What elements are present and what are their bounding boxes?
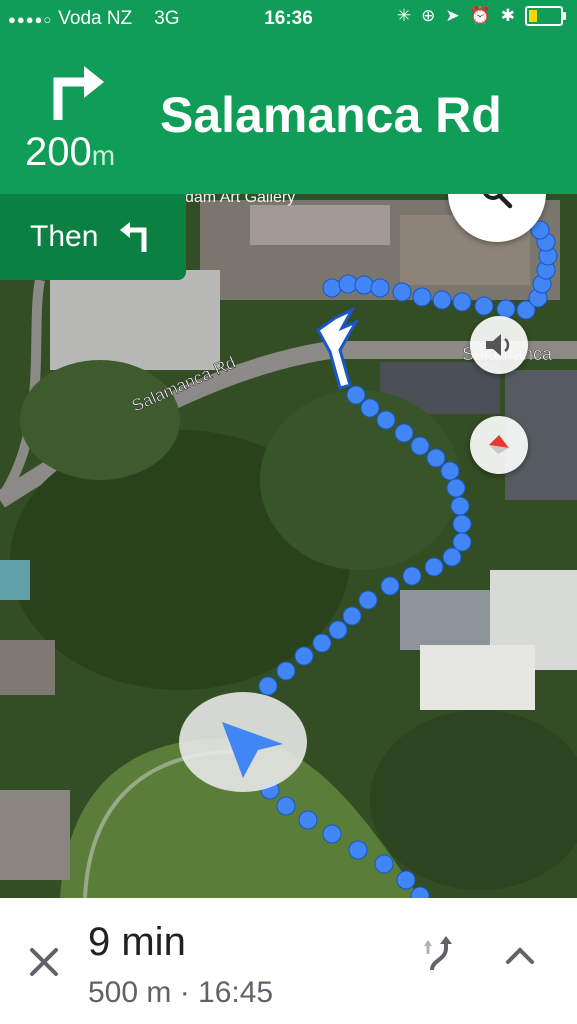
route-dot	[394, 423, 414, 443]
building-roof	[50, 270, 220, 370]
route-dot	[450, 496, 470, 516]
search-icon	[483, 194, 513, 209]
speaker-icon	[486, 334, 510, 356]
alternate-routes-button[interactable]	[420, 934, 460, 974]
route-dot	[374, 854, 394, 874]
map-canvas[interactable]: Salamanca Rd Salamanca dam Art Gallery	[0, 194, 577, 898]
navigation-header[interactable]: 200m Salamanca Rd	[0, 38, 577, 194]
next-maneuver-box[interactable]: Then	[0, 194, 186, 280]
building-roof	[400, 590, 490, 650]
trip-summary-bar: 9 min 500 m · 16:45	[0, 898, 577, 1024]
pool	[0, 560, 30, 600]
route-dot	[322, 278, 342, 298]
expand-trip-button[interactable]	[502, 938, 538, 974]
bluetooth-icon: ✱	[500, 6, 515, 25]
route-dot	[452, 292, 472, 312]
route-dot	[276, 661, 296, 681]
compass-icon	[489, 435, 509, 454]
poi-label: dam Art Gallery	[185, 194, 295, 206]
then-label: Then	[30, 220, 99, 253]
route-dot	[294, 646, 314, 666]
route-dot	[376, 410, 396, 430]
route-dot	[298, 810, 318, 830]
next-street-name: Salamanca Rd	[160, 87, 502, 143]
route-dot	[396, 870, 416, 890]
route-dot	[452, 514, 472, 534]
route-dot	[258, 676, 278, 696]
route-dot	[276, 796, 296, 816]
compass-button[interactable]	[470, 416, 528, 474]
route-dot	[402, 566, 422, 586]
route-dot	[440, 461, 460, 481]
battery-icon	[525, 6, 566, 26]
route-dot	[432, 290, 452, 310]
route-dot	[370, 278, 390, 298]
route-dot	[312, 633, 332, 653]
route-dot	[328, 620, 348, 640]
building-roof	[0, 790, 70, 880]
loading-icon: ✳	[396, 6, 412, 25]
route-dot	[412, 287, 432, 307]
location-icon: ➤	[445, 6, 460, 25]
route-dot	[338, 274, 358, 294]
sound-button[interactable]	[470, 316, 528, 374]
rotation-lock-icon: ⊕	[421, 6, 436, 25]
route-dot	[426, 448, 446, 468]
route-dot	[474, 296, 494, 316]
route-dot	[392, 282, 412, 302]
tree-cover	[20, 360, 180, 480]
status-bar: ●●●●○ Voda NZ 3G 16:36 ✳ ⊕ ➤ ⏰ ✱	[0, 0, 577, 38]
maneuver-distance: 200m	[25, 130, 115, 175]
battery-level	[529, 10, 537, 22]
route-dot	[346, 385, 366, 405]
route-dot	[354, 275, 374, 295]
close-navigation-button[interactable]	[24, 942, 64, 982]
building-roof	[0, 640, 55, 695]
route-dot	[446, 478, 466, 498]
trip-duration: 9 min	[88, 920, 186, 964]
distance-unit: m	[91, 140, 116, 171]
route-dot	[342, 606, 362, 626]
building-roof	[250, 205, 390, 245]
alarm-icon: ⏰	[469, 6, 491, 25]
route-dot	[360, 398, 380, 418]
route-dot	[348, 840, 368, 860]
route-dot	[442, 547, 462, 567]
route-dot	[322, 824, 342, 844]
route-dot	[410, 436, 430, 456]
building-roof	[420, 645, 535, 710]
route-dot	[358, 590, 378, 610]
route-dot	[380, 576, 400, 596]
trip-details: 500 m · 16:45	[88, 976, 274, 1009]
route-dot	[424, 557, 444, 577]
turn-left-icon	[120, 222, 147, 252]
tree-cover	[260, 390, 460, 570]
distance-value: 200	[25, 130, 92, 174]
turn-right-icon	[53, 66, 104, 120]
satellite-map[interactable]: Salamanca Rd Salamanca dam Art Gallery	[0, 194, 577, 898]
